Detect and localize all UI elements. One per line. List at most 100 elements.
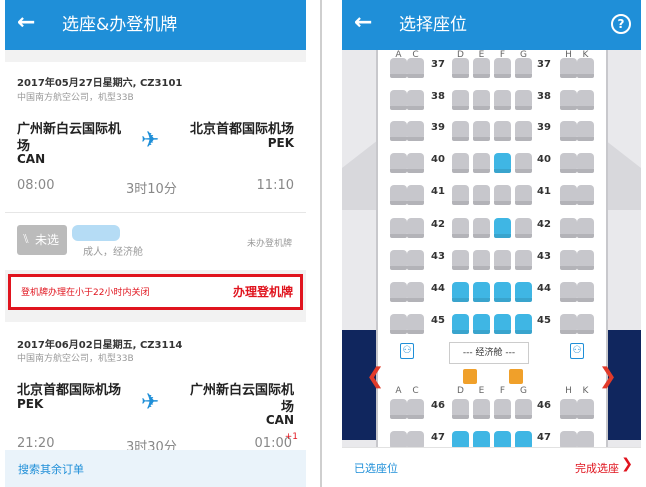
select-seat-button[interactable]: ⑊ 未选 bbox=[17, 225, 67, 255]
seat-43F[interactable] bbox=[494, 250, 511, 267]
seat-37F[interactable] bbox=[494, 58, 511, 75]
seat-38D[interactable] bbox=[452, 90, 469, 107]
seat-42D[interactable] bbox=[452, 218, 469, 235]
seat-45K[interactable] bbox=[577, 314, 594, 331]
seat-45H[interactable] bbox=[560, 314, 577, 331]
seat-41C[interactable] bbox=[407, 185, 424, 202]
seat-43K[interactable] bbox=[577, 250, 594, 267]
seat-38G[interactable] bbox=[515, 90, 532, 107]
seat-42E[interactable] bbox=[473, 218, 490, 235]
seat-42G[interactable] bbox=[515, 218, 532, 235]
seat-41H[interactable] bbox=[560, 185, 577, 202]
seat-42A[interactable] bbox=[390, 218, 407, 235]
seat-37A[interactable] bbox=[390, 58, 407, 75]
seat-47E[interactable] bbox=[473, 431, 490, 448]
seat-45F[interactable] bbox=[494, 314, 511, 331]
seat-39K[interactable] bbox=[577, 121, 594, 138]
seat-39G[interactable] bbox=[515, 121, 532, 138]
seat-46H[interactable] bbox=[560, 399, 577, 416]
seat-39H[interactable] bbox=[560, 121, 577, 138]
seat-37K[interactable] bbox=[577, 58, 594, 75]
seat-42K[interactable] bbox=[577, 218, 594, 235]
seat-40G[interactable] bbox=[515, 153, 532, 170]
seat-45D[interactable] bbox=[452, 314, 469, 331]
seat-44D[interactable] bbox=[452, 282, 469, 299]
seat-41E[interactable] bbox=[473, 185, 490, 202]
seat-42F[interactable] bbox=[494, 218, 511, 235]
help-icon[interactable]: ? bbox=[611, 14, 631, 34]
flight-card-2[interactable]: 2017年06月02日星期五, CZ3114 中国南方航空公司，机型33B 北京… bbox=[5, 322, 306, 455]
seat-47H[interactable] bbox=[560, 431, 577, 448]
seat-47D[interactable] bbox=[452, 431, 469, 448]
seat-38E[interactable] bbox=[473, 90, 490, 107]
search-other-orders-link[interactable]: 搜索其余订单 bbox=[18, 461, 84, 477]
seat-43G[interactable] bbox=[515, 250, 532, 267]
seat-40C[interactable] bbox=[407, 153, 424, 170]
seat-38K[interactable] bbox=[577, 90, 594, 107]
seat-40D[interactable] bbox=[452, 153, 469, 170]
seat-44C[interactable] bbox=[407, 282, 424, 299]
seat-38A[interactable] bbox=[390, 90, 407, 107]
seat-44E[interactable] bbox=[473, 282, 490, 299]
seat-40K[interactable] bbox=[577, 153, 594, 170]
seat-40F[interactable] bbox=[494, 153, 511, 170]
seat-40A[interactable] bbox=[390, 153, 407, 170]
seat-45E[interactable] bbox=[473, 314, 490, 331]
seat-42H[interactable] bbox=[560, 218, 577, 235]
seat-44K[interactable] bbox=[577, 282, 594, 299]
seat-44A[interactable] bbox=[390, 282, 407, 299]
seat-40E[interactable] bbox=[473, 153, 490, 170]
seat-38F[interactable] bbox=[494, 90, 511, 107]
seat-43D[interactable] bbox=[452, 250, 469, 267]
seat-37G[interactable] bbox=[515, 58, 532, 75]
seat-43H[interactable] bbox=[560, 250, 577, 267]
seat-46K[interactable] bbox=[577, 399, 594, 416]
seat-45C[interactable] bbox=[407, 314, 424, 331]
seat-47A[interactable] bbox=[390, 431, 407, 448]
flight-card-1[interactable]: 2017年05月27日星期六, CZ3101 中国南方航空公司，机型33B 广州… bbox=[5, 62, 306, 212]
seat-37C[interactable] bbox=[407, 58, 424, 75]
seat-46D[interactable] bbox=[452, 399, 469, 416]
seat-43C[interactable] bbox=[407, 250, 424, 267]
finish-seat-selection-button[interactable]: 完成选座 bbox=[575, 460, 619, 476]
seat-43A[interactable] bbox=[390, 250, 407, 267]
seat-37E[interactable] bbox=[473, 58, 490, 75]
seat-41K[interactable] bbox=[577, 185, 594, 202]
seat-39A[interactable] bbox=[390, 121, 407, 138]
seat-44G[interactable] bbox=[515, 282, 532, 299]
seat-46A[interactable] bbox=[390, 399, 407, 416]
seat-37D[interactable] bbox=[452, 58, 469, 75]
seat-43E[interactable] bbox=[473, 250, 490, 267]
seat-40H[interactable] bbox=[560, 153, 577, 170]
seat-37H[interactable] bbox=[560, 58, 577, 75]
seat-44H[interactable] bbox=[560, 282, 577, 299]
seat-38H[interactable] bbox=[560, 90, 577, 107]
seat-38C[interactable] bbox=[407, 90, 424, 107]
seat-47F[interactable] bbox=[494, 431, 511, 448]
seat-41D[interactable] bbox=[452, 185, 469, 202]
seat-45A[interactable] bbox=[390, 314, 407, 331]
seat-42C[interactable] bbox=[407, 218, 424, 235]
seat-41G[interactable] bbox=[515, 185, 532, 202]
seat-39C[interactable] bbox=[407, 121, 424, 138]
search-other-orders-bar[interactable]: 搜索其余订单 bbox=[5, 450, 306, 487]
seat-46E[interactable] bbox=[473, 399, 490, 416]
chevron-right-icon[interactable]: ❯ bbox=[621, 456, 633, 472]
seat-39F[interactable] bbox=[494, 121, 511, 138]
seat-39E[interactable] bbox=[473, 121, 490, 138]
seat-44F[interactable] bbox=[494, 282, 511, 299]
seat-39D[interactable] bbox=[452, 121, 469, 138]
seat-47G[interactable] bbox=[515, 431, 532, 448]
seat-45G[interactable] bbox=[515, 314, 532, 331]
seat-41F[interactable] bbox=[494, 185, 511, 202]
seat-46F[interactable] bbox=[494, 399, 511, 416]
seat-47K[interactable] bbox=[577, 431, 594, 448]
seat-46G[interactable] bbox=[515, 399, 532, 416]
checkin-button[interactable]: 办理登机牌 bbox=[233, 283, 293, 300]
back-arrow-icon[interactable]: ← bbox=[17, 10, 35, 36]
back-arrow-icon[interactable]: ← bbox=[354, 10, 372, 36]
seat-47C[interactable] bbox=[407, 431, 424, 448]
seat-41A[interactable] bbox=[390, 185, 407, 202]
seat-46C[interactable] bbox=[407, 399, 424, 416]
checkin-warning-box: 登机牌办理在小于22小时内关闭 办理登机牌 bbox=[8, 274, 303, 310]
